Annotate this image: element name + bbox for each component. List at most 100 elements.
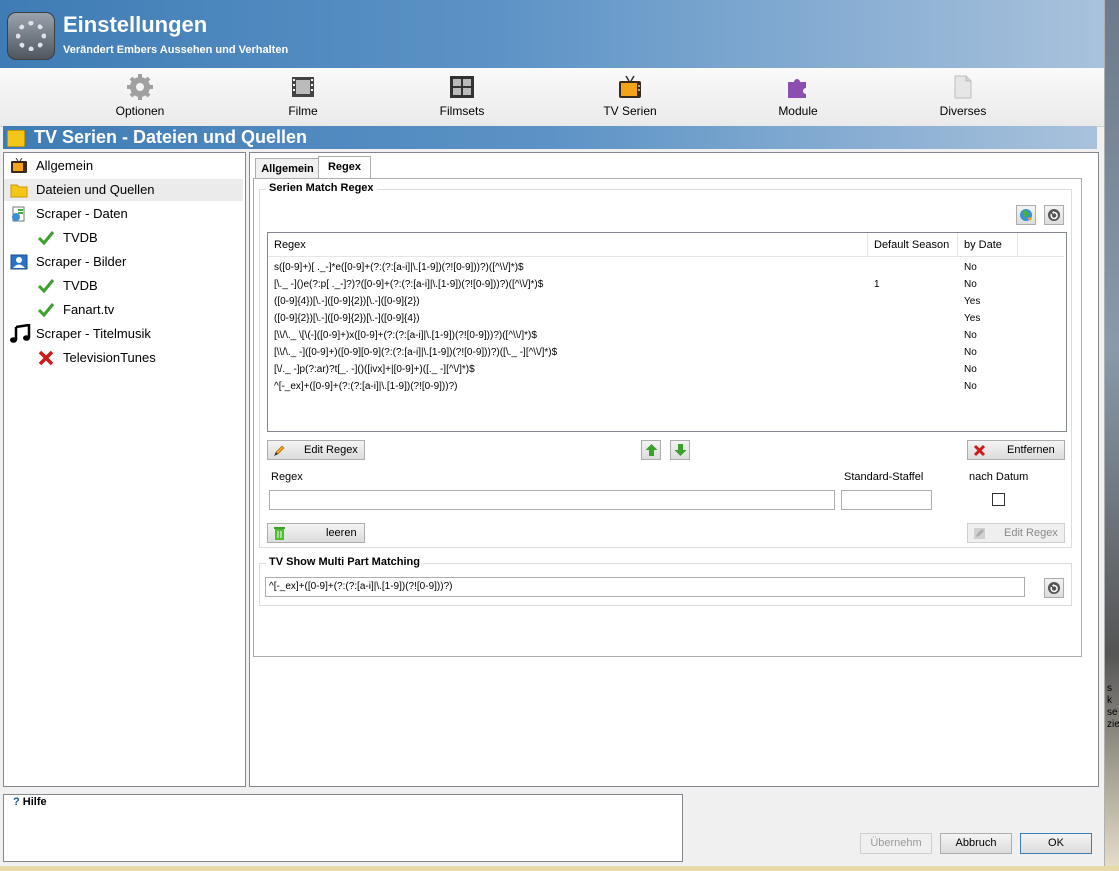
regex-cell: [\/._ -]p(?:ar)?t[_. -]()([ivx]+|[0-9]+)… [274,364,475,375]
regex-cell: s([0-9]+)[ ._-]*e([0-9]+(?:(?:[a-i]|\.[1… [274,262,524,273]
toolbar-label: Diverses [939,104,987,118]
question-mark-icon: ? [13,796,20,808]
tree-item-scraper-titelmusik[interactable]: Scraper - Titelmusik [4,323,243,345]
reset-multipart-button[interactable] [1044,578,1064,598]
table-row[interactable]: [\._ -]()e(?:p[ ._-]?)?([0-9]+(?:(?:[a-i… [268,276,1064,293]
by-date-checkbox[interactable] [992,493,1005,506]
globe-icon [1020,209,1032,221]
season-field-label: Standard-Staffel [844,471,924,483]
tree-item-scraper-daten[interactable]: Scraper - Daten [4,203,243,225]
window-subtitle: Verändert Embers Aussehen und Verhalten [63,44,289,56]
desktop-edge-text: s k se zie [1107,683,1119,730]
table-row[interactable]: [\/._ -]p(?:ar)?t[_. -]()([ivx]+|[0-9]+)… [268,361,1064,378]
regex-list[interactable]: Regex Default Season by Date s([0-9]+)[ … [267,232,1067,432]
apply-button[interactable]: Übernehm [860,833,932,854]
help-panel [3,794,683,862]
desktop-background [1105,0,1119,871]
tree-item-scraper-bilder[interactable]: Scraper - Bilder [4,251,243,273]
pencil-icon [274,445,285,456]
edit-regex-label: Edit Regex [304,444,358,456]
ok-button[interactable]: OK [1020,833,1092,854]
help-title: ? Hilfe [13,796,47,808]
column-header-regex[interactable]: Regex [268,233,868,257]
puzzle-icon [788,79,806,98]
toolbar-filmsets[interactable]: Filmsets [412,72,512,122]
move-down-button[interactable] [670,440,690,460]
tv-icon [619,75,641,98]
regex-cell: ^[-_ex]+([0-9]+(?:(?:[a-i]|\.[1-9])(?![0… [274,381,458,392]
music-note-icon [10,324,31,343]
toolbar-optionen[interactable]: Optionen [90,72,190,122]
tree-item-televisiontunes[interactable]: TelevisionTunes [4,347,243,369]
remove-button[interactable]: Entfernen [967,440,1065,460]
edit-regex-apply-button[interactable]: Edit Regex [967,523,1065,543]
table-row[interactable]: s([0-9]+)[ ._-]*e([0-9]+(?:(?:[a-i]|\.[1… [268,259,1064,276]
toolbar-label: TV Serien [603,104,657,118]
season-cell: 1 [874,279,880,290]
edit-icon [974,528,985,539]
tab-regex[interactable]: Regex [318,156,371,179]
check-icon [37,231,55,246]
default-season-input[interactable] [841,490,932,510]
edit-regex-apply-label: Edit Regex [1004,527,1058,539]
help-title-text: Hilfe [22,796,47,808]
by-date-cell: No [964,262,977,273]
edit-regex-button[interactable]: Edit Regex [267,440,365,460]
filmsets-icon [450,76,474,98]
arrow-down-icon [674,444,687,456]
reset-regex-list-button[interactable] [1044,205,1064,225]
by-date-cell: No [964,381,977,392]
settings-gear-icon [7,12,55,60]
folder-icon [7,130,25,147]
window-title: Einstellungen [63,12,208,37]
table-row[interactable]: ([0-9]{2})[\.-]([0-9]{2})[\.-]([0-9]{4})… [268,310,1064,327]
cancel-button[interactable]: Abbruch [940,833,1012,854]
table-row[interactable]: [\\/\._ -]([0-9]+)([0-9][0-9](?:(?:[a-i]… [268,344,1064,361]
tree-label: TVDB [63,230,98,245]
tree-item-allgemein[interactable]: Allgemein [4,155,243,177]
tree-item-tvdb-data[interactable]: TVDB [4,227,243,249]
scraper-images-icon [10,254,28,270]
cross-icon [38,350,54,366]
toolbar-filme[interactable]: Filme [253,72,353,122]
regex-cell: [\._ -]()e(?:p[ ._-]?)?([0-9]+(?:(?:[a-i… [274,279,544,290]
import-regex-button[interactable] [1016,205,1036,225]
film-icon [292,77,314,97]
tree-label: Scraper - Daten [36,206,128,221]
toolbar-label: Module [778,104,818,118]
tree-label: Scraper - Bilder [36,254,127,269]
regex-cell: [\\/\._ -]([0-9]+)([0-9][0-9](?:(?:[a-i]… [274,347,558,358]
gear-icon [127,74,153,100]
tree-label: TelevisionTunes [63,350,156,365]
by-date-cell: No [964,279,977,290]
multipart-regex-input[interactable]: ^[-_ex]+([0-9]+(?:(?:[a-i]|\.[1-9])(?![0… [265,577,1025,597]
tree-label: Dateien und Quellen [36,182,155,197]
toolbar-diverses[interactable]: Diverses [913,72,1013,122]
table-row[interactable]: ^[-_ex]+([0-9]+(?:(?:[a-i]|\.[1-9])(?![0… [268,378,1064,395]
regex-field-label: Regex [271,471,303,483]
toolbar-tv-serien[interactable]: TV Serien [580,72,680,122]
tree-label: Allgemein [36,158,94,173]
tree-item-fanart-tv[interactable]: Fanart.tv [4,299,243,321]
table-row[interactable]: ([0-9]{4})[\.-]([0-9]{2})[\.-]([0-9]{2})… [268,293,1064,310]
clear-button[interactable]: leeren [267,523,365,543]
by-date-cell: Yes [964,313,981,324]
table-row[interactable]: [\\/\._ \[\(-]([0-9]+)x([0-9]+(?:(?:[a-i… [268,327,1064,344]
move-up-button[interactable] [641,440,661,460]
regex-input[interactable] [269,490,835,510]
column-header-by-date[interactable]: by Date [958,233,1018,257]
toolbar-module[interactable]: Module [748,72,848,122]
arrow-up-icon [645,444,658,456]
by-date-cell: No [964,330,977,341]
check-icon [37,279,55,294]
tree-label: Scraper - Titelmusik [36,326,151,341]
trash-icon [274,527,285,540]
regex-cell: ([0-9]{2})[\.-]([0-9]{2})[\.-]([0-9]{4}) [274,313,420,324]
reset-icon [1048,582,1060,594]
column-header-default-season[interactable]: Default Season [868,233,958,257]
column-header-filler [1018,233,1064,257]
tree-item-dateien-und-quellen[interactable]: Dateien und Quellen [4,179,243,201]
tab-allgemein[interactable]: Allgemein [255,158,320,179]
cross-icon [973,444,986,457]
tree-item-tvdb-images[interactable]: TVDB [4,275,243,297]
